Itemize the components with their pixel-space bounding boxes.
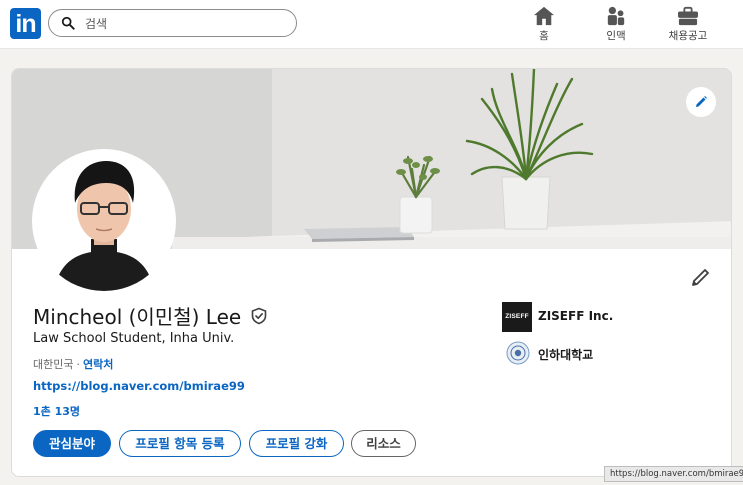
pencil-icon	[696, 96, 707, 107]
search-icon	[61, 16, 75, 30]
add-profile-section-button[interactable]: 프로필 항목 등록	[119, 430, 241, 457]
enhance-profile-button[interactable]: 프로필 강화	[249, 430, 344, 457]
profile-headline: Law School Student, Inha Univ.	[33, 331, 235, 346]
company-name: ZISEFF Inc.	[538, 309, 614, 323]
profile-name: Mincheol (이민철) Lee	[33, 305, 242, 329]
nav-item-network[interactable]: 인맥	[584, 6, 648, 44]
website-link[interactable]: https://blog.naver.com/bmirae99	[33, 379, 245, 393]
edit-cover-button[interactable]	[686, 87, 716, 117]
connections-link[interactable]: 1촌 13명	[33, 403, 80, 419]
search-input[interactable]	[83, 13, 287, 35]
profile-location: 대한민국	[33, 358, 74, 371]
linkedin-logo-icon[interactable]: in	[10, 8, 41, 39]
briefcase-icon	[678, 6, 698, 26]
people-icon	[607, 6, 625, 26]
search-box[interactable]	[48, 9, 297, 37]
nav-item-jobs[interactable]: 채용공고	[656, 6, 720, 44]
nav-item-home[interactable]: 홈	[512, 6, 576, 44]
home-icon	[534, 6, 554, 26]
open-to-button[interactable]: 관심분야	[33, 430, 111, 457]
profile-photo-image	[34, 151, 174, 291]
top-nav-bar: in 홈 인맥 채용공고	[0, 0, 743, 49]
nav-label-home: 홈	[539, 30, 549, 42]
verified-shield-icon[interactable]	[250, 307, 268, 325]
pencil-icon	[692, 269, 709, 286]
contact-info-link[interactable]: 연락처	[83, 358, 113, 371]
edit-intro-button[interactable]	[690, 266, 714, 290]
school-name: 인하대학교	[538, 348, 594, 362]
separator-dot: ·	[76, 358, 80, 371]
ziseff-logo-icon: ZISEFF	[502, 302, 532, 332]
location-row: 대한민국 · 연락처	[33, 356, 113, 372]
nav-label-network: 인맥	[606, 30, 626, 42]
nav-label-jobs: 채용공고	[668, 30, 708, 42]
profile-photo[interactable]	[34, 151, 174, 291]
profile-card: Mincheol (이민철) Lee Law School Student, I…	[11, 68, 732, 477]
profile-name-row: Mincheol (이민철) Lee	[33, 301, 268, 329]
status-bar-url: https://blog.naver.com/bmirae99	[604, 466, 743, 482]
inha-university-logo-icon	[506, 341, 530, 365]
resources-button[interactable]: 리소스	[351, 430, 416, 457]
